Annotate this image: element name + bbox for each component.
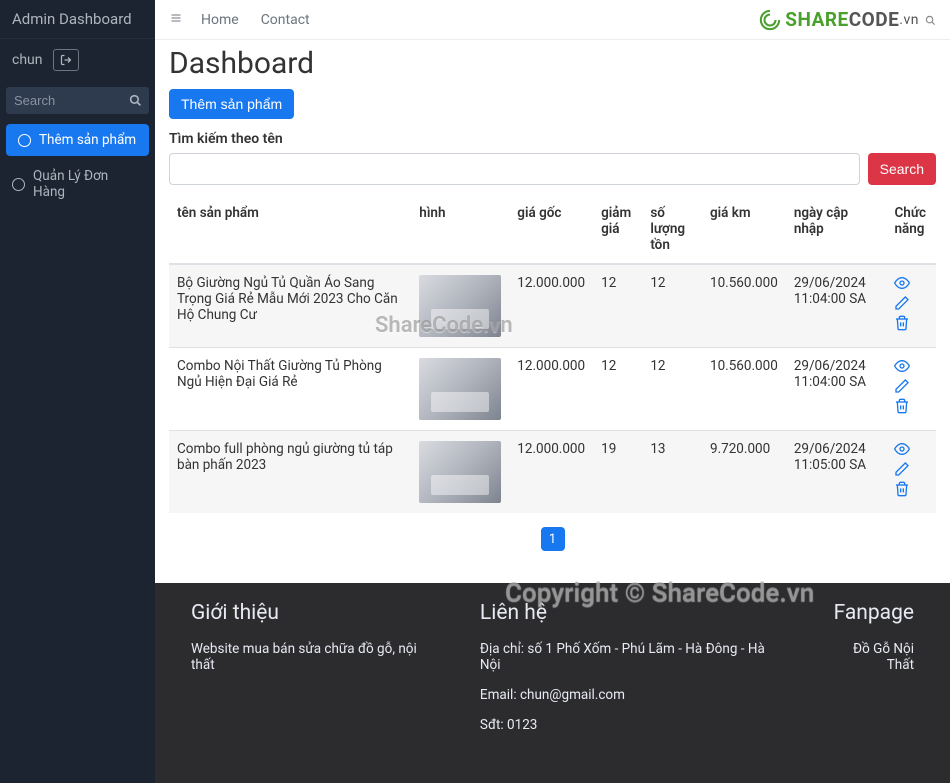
footer-about-text: Website mua bán sửa chữa đồ gỗ, nội thất <box>191 641 440 673</box>
cell-discount: 19 <box>593 431 642 514</box>
th-img: hình <box>411 195 509 264</box>
cell-stock: 12 <box>642 264 702 348</box>
user-row: chun <box>0 39 155 81</box>
logout-icon <box>59 54 73 66</box>
eye-icon <box>894 441 910 457</box>
cell-name: Combo Nội Thất Giường Tủ Phòng Ngủ Hiện … <box>169 348 411 431</box>
sidebar-title: Admin Dashboard <box>0 0 155 39</box>
trash-icon <box>894 315 910 331</box>
cell-img <box>411 431 509 514</box>
nav-home[interactable]: Home <box>201 12 239 28</box>
footer-contact-address: Địa chỉ: số 1 Phố Xốm - Phú Lãm - Hà Đôn… <box>480 641 784 673</box>
table-row: Bộ Giường Ngủ Tủ Quần Áo Sang Trọng Giá … <box>169 264 936 348</box>
sidebar-item-label: Thêm sản phẩm <box>39 132 136 148</box>
trash-icon <box>894 481 910 497</box>
circle-icon <box>12 178 25 191</box>
hamburger-icon <box>169 12 183 24</box>
cell-price: 12.000.000 <box>509 264 593 348</box>
cell-img <box>411 264 509 348</box>
footer-contact-email: Email: chun@gmail.com <box>480 687 784 703</box>
eye-icon <box>894 358 910 374</box>
brand-icon <box>759 9 781 31</box>
page-title: Dashboard <box>169 46 936 81</box>
circle-icon <box>18 134 31 147</box>
sidebar-item-add-product[interactable]: Thêm sản phẩm <box>6 124 149 156</box>
th-name: tên sản phẩm <box>169 195 411 264</box>
th-action: Chức năng <box>886 195 936 264</box>
footer: Giới thiệu Website mua bán sửa chữa đồ g… <box>155 583 950 783</box>
delete-button[interactable] <box>894 398 910 414</box>
th-stock: số lượng tồn <box>642 195 702 264</box>
sidebar-menu: Thêm sản phẩm Quản Lý Đơn Hàng <box>0 124 155 208</box>
th-km: giá km <box>702 195 786 264</box>
search-icon <box>129 94 142 107</box>
trash-icon <box>894 398 910 414</box>
sidebar-search-input[interactable] <box>6 87 121 114</box>
cell-stock: 13 <box>642 431 702 514</box>
th-discount: giảm giá <box>593 195 642 264</box>
table-row: Combo full phòng ngủ giường tủ táp bàn p… <box>169 431 936 514</box>
view-button[interactable] <box>894 358 910 374</box>
eye-icon <box>894 275 910 291</box>
topbar: Home Contact SHARECODE.vn <box>155 0 950 40</box>
logout-button[interactable] <box>53 49 79 71</box>
edit-button[interactable] <box>894 461 910 477</box>
product-thumbnail <box>419 275 501 337</box>
cell-actions <box>886 264 936 348</box>
sidebar: Admin Dashboard chun Thêm sản phẩm Quản … <box>0 0 155 783</box>
cell-km: 10.560.000 <box>702 264 786 348</box>
cell-price: 12.000.000 <box>509 431 593 514</box>
view-button[interactable] <box>894 441 910 457</box>
product-thumbnail <box>419 441 501 503</box>
search-label: Tìm kiếm theo tên <box>169 131 936 147</box>
edit-icon <box>894 378 910 394</box>
edit-icon <box>894 295 910 311</box>
product-search-input[interactable] <box>169 153 860 185</box>
cell-date: 29/06/2024 11:05:00 SA <box>786 431 887 514</box>
menu-toggle[interactable] <box>169 12 183 28</box>
sidebar-item-label: Quản Lý Đơn Hàng <box>33 168 143 200</box>
footer-about-title: Giới thiệu <box>191 601 440 625</box>
products-table: tên sản phẩm hình giá gốc giảm giá số lư… <box>169 195 936 513</box>
footer-fanpage-title: Fanpage <box>824 601 914 625</box>
nav-contact[interactable]: Contact <box>261 12 310 28</box>
pagination: 1 <box>169 527 936 551</box>
add-product-button[interactable]: Thêm sản phẩm <box>169 89 294 119</box>
page-1[interactable]: 1 <box>541 527 565 551</box>
cell-date: 29/06/2024 11:04:00 SA <box>786 264 887 348</box>
cell-img <box>411 348 509 431</box>
cell-actions <box>886 348 936 431</box>
footer-contact-phone: Sđt: 0123 <box>480 717 784 733</box>
view-button[interactable] <box>894 275 910 291</box>
username: chun <box>12 52 43 68</box>
footer-contact-title: Liên hệ <box>480 601 784 625</box>
delete-button[interactable] <box>894 481 910 497</box>
table-row: Combo Nội Thất Giường Tủ Phòng Ngủ Hiện … <box>169 348 936 431</box>
cell-actions <box>886 431 936 514</box>
product-search-button[interactable]: Search <box>868 153 936 185</box>
brand-logo: SHARECODE.vn <box>759 8 936 31</box>
edit-button[interactable] <box>894 378 910 394</box>
search-icon <box>925 15 936 26</box>
cell-discount: 12 <box>593 264 642 348</box>
sidebar-search-button[interactable] <box>121 87 149 114</box>
cell-name: Combo full phòng ngủ giường tủ táp bàn p… <box>169 431 411 514</box>
cell-discount: 12 <box>593 348 642 431</box>
cell-price: 12.000.000 <box>509 348 593 431</box>
cell-stock: 12 <box>642 348 702 431</box>
th-price: giá gốc <box>509 195 593 264</box>
cell-date: 29/06/2024 11:04:00 SA <box>786 348 887 431</box>
edit-button[interactable] <box>894 295 910 311</box>
edit-icon <box>894 461 910 477</box>
cell-km: 9.720.000 <box>702 431 786 514</box>
th-date: ngày cập nhập <box>786 195 887 264</box>
cell-km: 10.560.000 <box>702 348 786 431</box>
cell-name: Bộ Giường Ngủ Tủ Quần Áo Sang Trọng Giá … <box>169 264 411 348</box>
sidebar-item-manage-orders[interactable]: Quản Lý Đơn Hàng <box>0 160 155 208</box>
delete-button[interactable] <box>894 315 910 331</box>
product-thumbnail <box>419 358 501 420</box>
topbar-search[interactable] <box>925 8 936 31</box>
footer-fanpage-text: Đồ Gỗ Nội Thất <box>824 641 914 673</box>
